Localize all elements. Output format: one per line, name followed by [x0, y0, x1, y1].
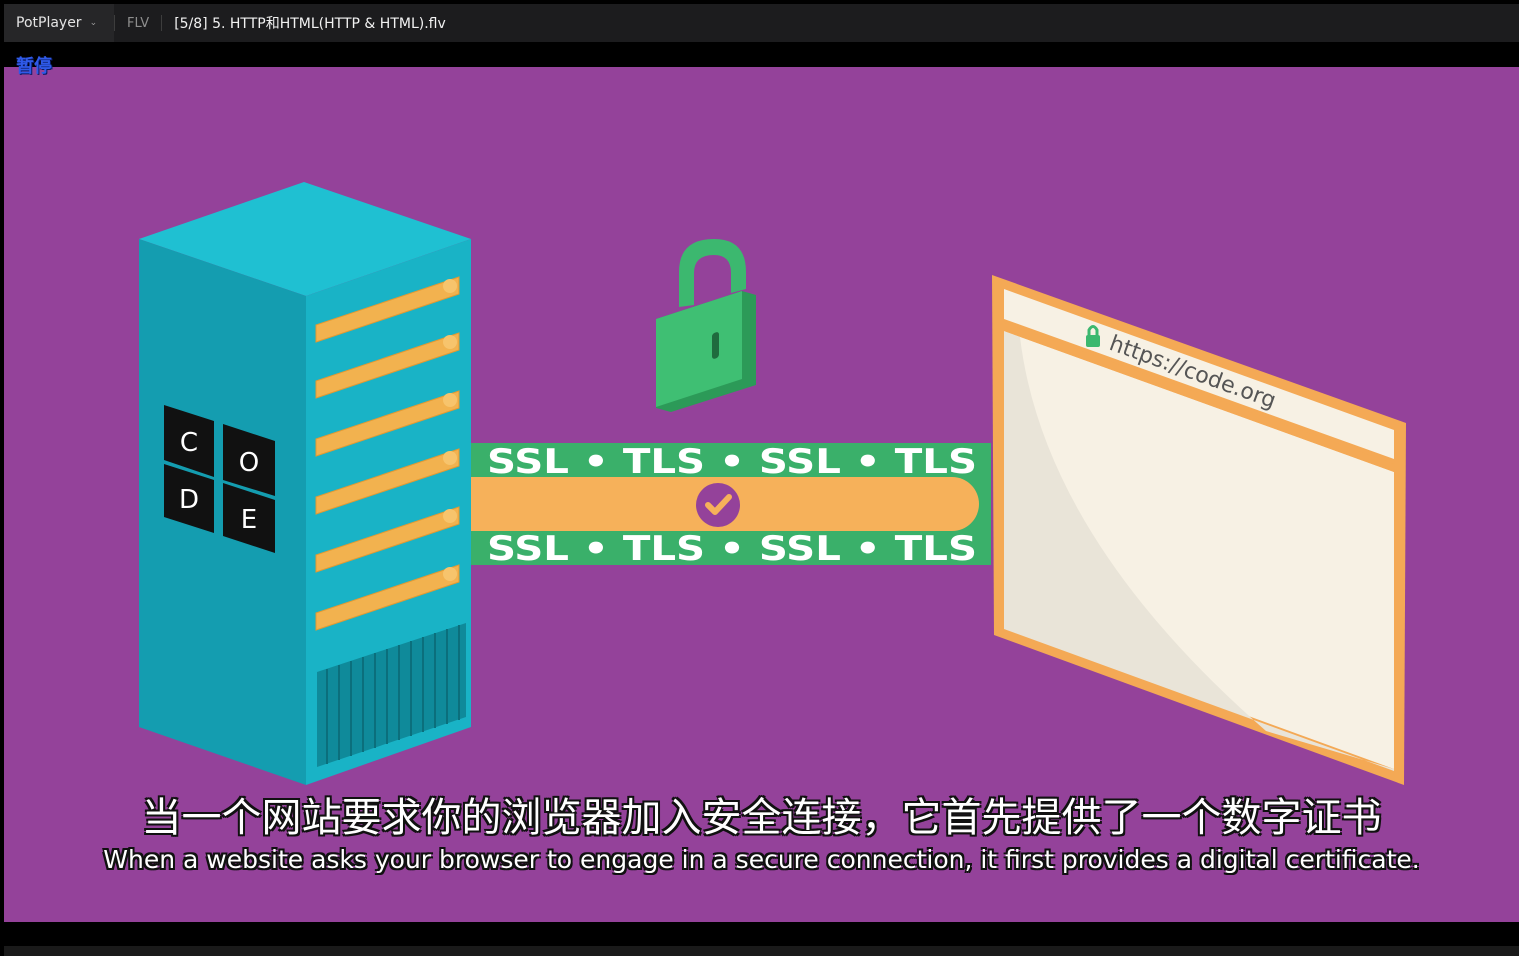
control-bar[interactable]	[4, 946, 1519, 956]
chevron-down-icon: ⌄	[89, 18, 98, 28]
banner-text-bottom: SSL • TLS • SSL • TLS	[487, 529, 977, 569]
ssl-tls-banner: SSL • TLS • SSL • TLS SSL • TLS • SSL • …	[471, 442, 991, 569]
file-title: [5/8] 5. HTTP和HTML(HTTP & HTML).flv	[174, 16, 446, 32]
logo-letter-c: C	[180, 428, 198, 458]
title-bar: PotPlayer ⌄ FLV [5/8] 5. HTTP和HTML(HTTP …	[4, 4, 1519, 42]
format-label: FLV	[127, 15, 150, 31]
logo-letter-e: E	[241, 505, 257, 535]
logo-letter-d: D	[179, 485, 199, 515]
lock-icon	[656, 239, 756, 412]
subtitle-english: When a website asks your browser to enga…	[103, 845, 1420, 874]
banner-text-top: SSL • TLS • SSL • TLS	[487, 442, 977, 482]
browser-illustration: https://code.org	[992, 275, 1406, 785]
logo-letter-o: O	[239, 448, 259, 478]
subtitle-chinese: 当一个网站要求你的浏览器加入安全连接，它首先提供了一个数字证书	[141, 795, 1382, 841]
video-area[interactable]: C O D E SSL • TLS • SSL • TLS SSL • TLS …	[4, 67, 1519, 922]
pause-status-label: 暂停	[16, 56, 52, 77]
app-name: PotPlayer	[16, 15, 82, 31]
app-menu-button[interactable]: PotPlayer ⌄	[4, 4, 114, 42]
